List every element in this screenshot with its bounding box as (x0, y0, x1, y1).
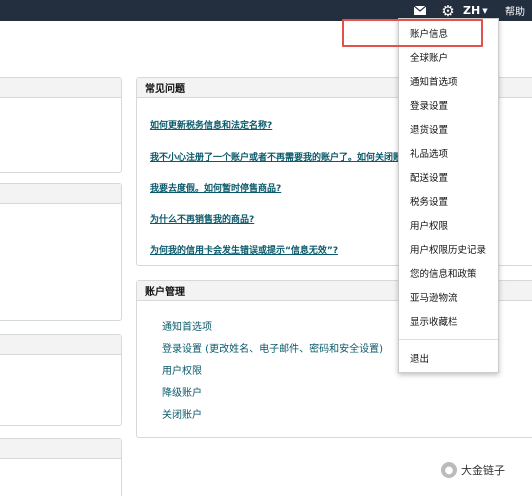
account-link[interactable]: 通知首选项 (162, 318, 212, 333)
menu-item-gift-options[interactable]: 礼品选项 (410, 146, 448, 160)
faq-link[interactable]: 我不小心注册了一个账户或者不再需要我的账户了。如何关闭账户? (150, 150, 416, 163)
settings-dropdown: 账户信息 全球账户 通知首选项 登录设置 退货设置 礼品选项 配送设置 税务设置… (398, 18, 499, 373)
watermark-text: 大金链子 (461, 464, 505, 477)
faq-link[interactable]: 为何我的信用卡会发生错误或提示“信息无效”? (150, 243, 338, 256)
account-link[interactable]: 降级账户 (162, 384, 202, 399)
menu-item-logout[interactable]: 退出 (410, 351, 429, 365)
language-label: ZH (463, 4, 481, 17)
menu-divider (399, 339, 498, 340)
menu-item-global-accounts[interactable]: 全球账户 (410, 50, 448, 64)
menu-item-user-permissions[interactable]: 用户权限 (410, 218, 448, 232)
menu-item-show-favorites-bar[interactable]: 显示收藏栏 (410, 314, 458, 328)
menu-item-fba[interactable]: 亚马逊物流 (410, 290, 458, 304)
wechat-logo-icon: ● (441, 462, 457, 478)
menu-item-return-settings[interactable]: 退货设置 (410, 122, 448, 136)
chevron-down-icon: ▼ (482, 6, 488, 15)
faq-link[interactable]: 如何更新税务信息和法定名称? (150, 118, 272, 131)
menu-item-permission-history[interactable]: 用户权限历史记录 (410, 242, 486, 256)
menu-item-shipping-settings[interactable]: 配送设置 (410, 170, 448, 184)
menu-item-notification-preferences[interactable]: 通知首选项 (410, 74, 458, 88)
left-card-3 (0, 334, 122, 426)
highlight-box (342, 19, 483, 47)
faq-link[interactable]: 我要去度假。如何暂时停售商品? (150, 181, 281, 194)
menu-item-tax-settings[interactable]: 税务设置 (410, 194, 448, 208)
account-link[interactable]: 用户权限 (162, 362, 202, 377)
left-card-2 (0, 183, 122, 321)
left-card-1 (0, 77, 122, 173)
watermark: ● 大金链子 (441, 462, 505, 478)
help-link[interactable]: 帮助 (505, 0, 532, 21)
menu-item-info-and-policies[interactable]: 您的信息和政策 (410, 266, 477, 280)
faq-link[interactable]: 为什么不再销售我的商品? (150, 212, 254, 225)
left-card-4 (0, 438, 122, 496)
menu-item-login-settings[interactable]: 登录设置 (410, 98, 448, 112)
account-link[interactable]: 登录设置 (更改姓名、电子邮件、密码和安全设置) (162, 340, 383, 355)
account-link[interactable]: 关闭账户 (162, 406, 202, 421)
